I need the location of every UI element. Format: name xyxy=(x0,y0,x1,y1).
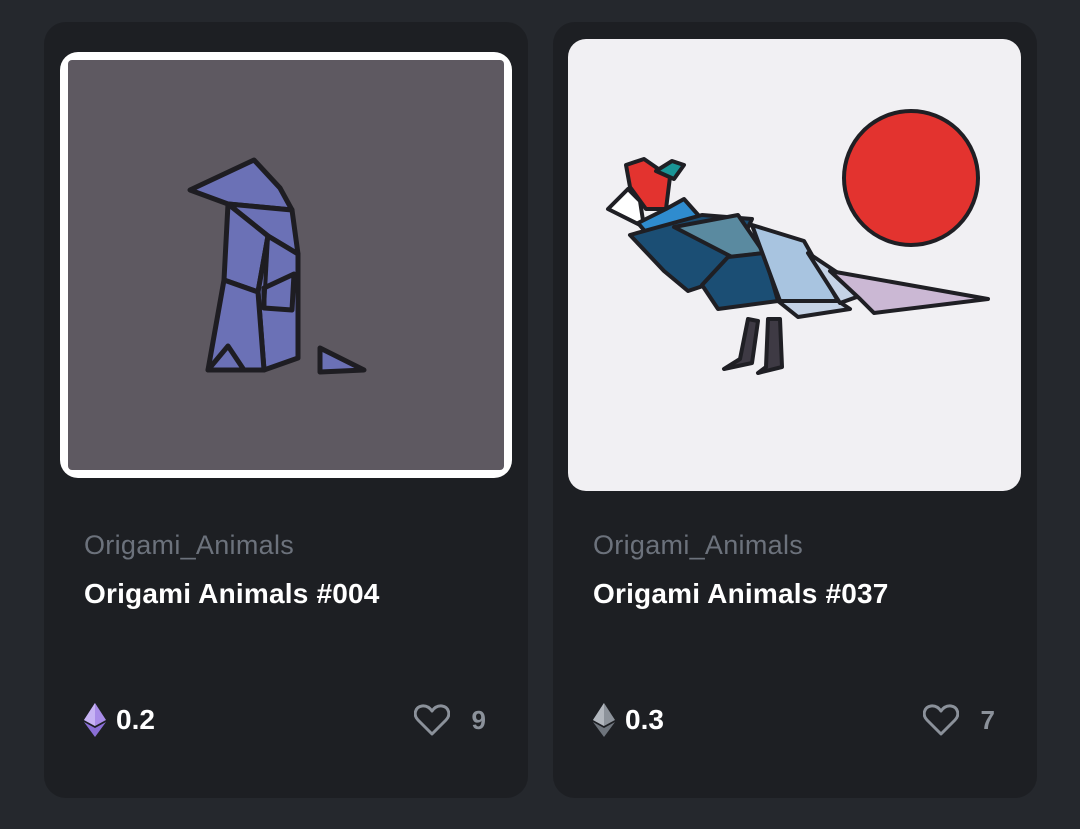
nft-title[interactable]: Origami Animals #037 xyxy=(593,578,889,610)
ethereum-icon xyxy=(84,703,106,737)
price-value: 0.2 xyxy=(116,704,155,735)
nft-image[interactable] xyxy=(60,52,512,478)
price-value: 0.3 xyxy=(625,704,664,735)
ethereum-icon xyxy=(593,703,615,737)
origami-pheasant-art xyxy=(606,109,990,375)
nft-image[interactable] xyxy=(568,39,1021,491)
likes[interactable]: 7 xyxy=(922,702,995,738)
collection-name[interactable]: Origami_Animals xyxy=(593,530,803,561)
nft-image-canvas xyxy=(68,60,504,470)
like-count: 7 xyxy=(980,704,995,735)
heart-icon[interactable] xyxy=(922,704,959,736)
price: 0.2 xyxy=(84,702,155,738)
nft-title[interactable]: Origami Animals #004 xyxy=(84,578,380,610)
price: 0.3 xyxy=(593,702,664,738)
like-count: 9 xyxy=(471,704,486,735)
red-sun xyxy=(842,109,980,247)
nft-card-004[interactable]: Origami_Animals Origami Animals #004 0.2… xyxy=(44,22,528,798)
likes[interactable]: 9 xyxy=(413,702,486,738)
heart-icon[interactable] xyxy=(413,704,450,736)
collection-name[interactable]: Origami_Animals xyxy=(84,530,294,561)
origami-penguin-art xyxy=(187,157,367,375)
nft-card-037[interactable]: Origami_Animals Origami Animals #037 0.3… xyxy=(553,22,1037,798)
